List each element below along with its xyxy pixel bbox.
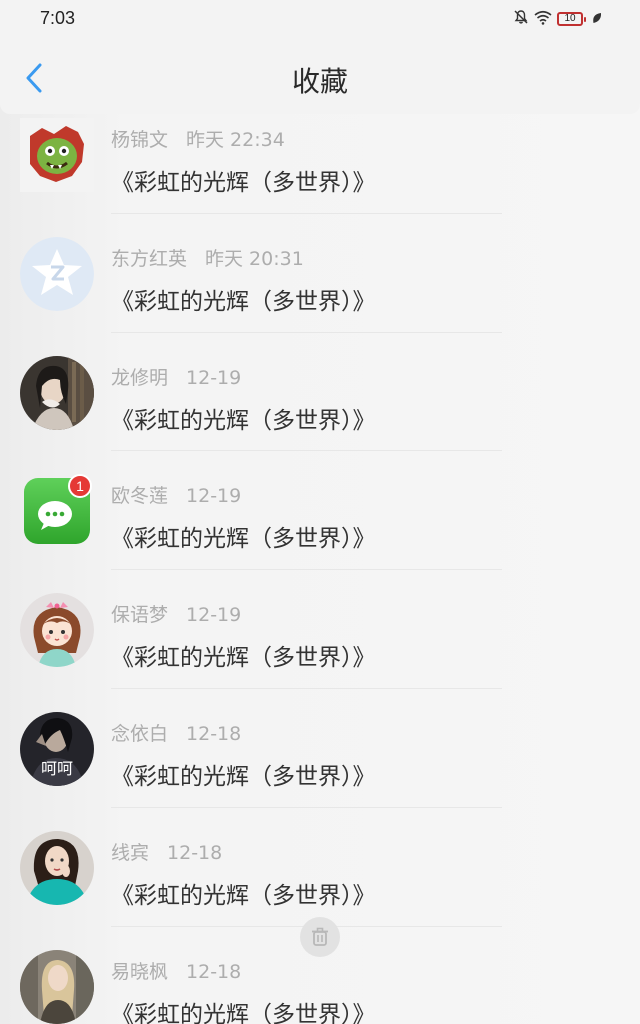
contact-name: 东方红英 [111, 247, 188, 270]
photo-avatar[interactable] [20, 355, 94, 430]
item-time: 昨天 20:31 [205, 247, 304, 270]
cartoon-monster-avatar[interactable] [20, 118, 94, 192]
photo-avatar[interactable] [20, 949, 94, 1024]
contact-name: 线宾 [111, 841, 150, 864]
list-item[interactable]: 龙修明 12-19 《彩虹的光辉（多世界）》 [0, 333, 640, 452]
list-item[interactable]: 线宾 12-18 《彩虹的光辉（多世界）》 [0, 808, 640, 927]
item-message: 《彩虹的光辉（多世界）》 [111, 170, 376, 196]
item-time: 12-18 [167, 841, 223, 864]
mute-bell-icon [513, 9, 529, 29]
favorites-screen: 7:03 10 收藏 杨锦文 昨天 22:34 《彩虹的光辉（多世界）》 东方红… [0, 0, 640, 1024]
photo-avatar[interactable]: 呵呵 [20, 711, 94, 786]
top-navigation-bar: 收藏 [0, 36, 640, 114]
favorites-list: 杨锦文 昨天 22:34 《彩虹的光辉（多世界）》 东方红英 昨天 20:31 《彩… [0, 95, 640, 1024]
item-meta: 线宾 12-18 [111, 838, 222, 865]
item-message: 《彩虹的光辉（多世界）》 [111, 645, 376, 672]
trash-icon [312, 927, 328, 946]
item-meta: 保语梦 12-19 [111, 600, 241, 627]
contact-name: 龙修明 [111, 366, 169, 389]
item-time: 昨天 22:34 [186, 129, 285, 151]
photo-avatar[interactable] [20, 830, 94, 905]
battery-icon: 10 [557, 12, 586, 26]
contact-name: 易晓枫 [111, 960, 169, 983]
cartoon-girl-avatar[interactable] [20, 593, 94, 668]
item-message: 《彩虹的光辉（多世界）》 [111, 288, 376, 315]
item-meta: 易晓枫 12-18 [111, 957, 241, 984]
contact-name: 欧冬莲 [111, 485, 169, 508]
item-message: 《彩虹的光辉（多世界）》 [111, 407, 376, 434]
contact-name: 念依白 [111, 722, 169, 745]
item-meta: 东方红英 昨天 20:31 [111, 244, 304, 271]
leaf-icon [592, 10, 602, 29]
list-item[interactable]: 东方红英 昨天 20:31 《彩虹的光辉（多世界）》 [0, 214, 640, 333]
item-meta: 念依白 12-18 [111, 719, 241, 746]
status-icons: 10 [513, 9, 602, 29]
delete-button[interactable] [300, 917, 340, 957]
contact-name: 杨锦文 [111, 129, 169, 151]
list-item[interactable]: 呵呵 念依白 12-18 《彩虹的光辉（多世界）》 [0, 689, 640, 808]
item-time: 12-18 [186, 960, 242, 983]
status-bar: 7:03 10 [0, 0, 640, 36]
qq-star-avatar[interactable] [20, 236, 94, 311]
list-item[interactable]: 保语梦 12-19 《彩虹的光辉（多世界）》 [0, 570, 640, 689]
item-message: 《彩虹的光辉（多世界）》 [111, 526, 376, 553]
avatar-caption: 呵呵 [41, 759, 73, 778]
item-meta: 龙修明 12-19 [111, 363, 241, 390]
list-item[interactable]: 1 欧冬莲 12-19 《彩虹的光辉（多世界）》 [0, 451, 640, 571]
contact-name: 保语梦 [111, 604, 169, 627]
item-message: 《彩虹的光辉（多世界）》 [111, 763, 376, 790]
wifi-icon [534, 10, 552, 29]
item-message: 《彩虹的光辉（多世界）》 [111, 882, 376, 909]
item-message: 《彩虹的光辉（多世界）》 [111, 1001, 376, 1024]
item-time: 12-18 [186, 722, 242, 745]
item-time: 12-19 [186, 604, 242, 627]
item-time: 12-19 [186, 366, 242, 389]
item-time: 12-19 [186, 485, 242, 508]
wechat-avatar[interactable]: 1 [20, 474, 94, 548]
status-time: 7:03 [40, 8, 76, 28]
item-meta: 杨锦文 昨天 22:34 [111, 125, 285, 152]
page-title: 收藏 [291, 65, 348, 98]
item-meta: 欧冬莲 12-19 [111, 481, 241, 508]
